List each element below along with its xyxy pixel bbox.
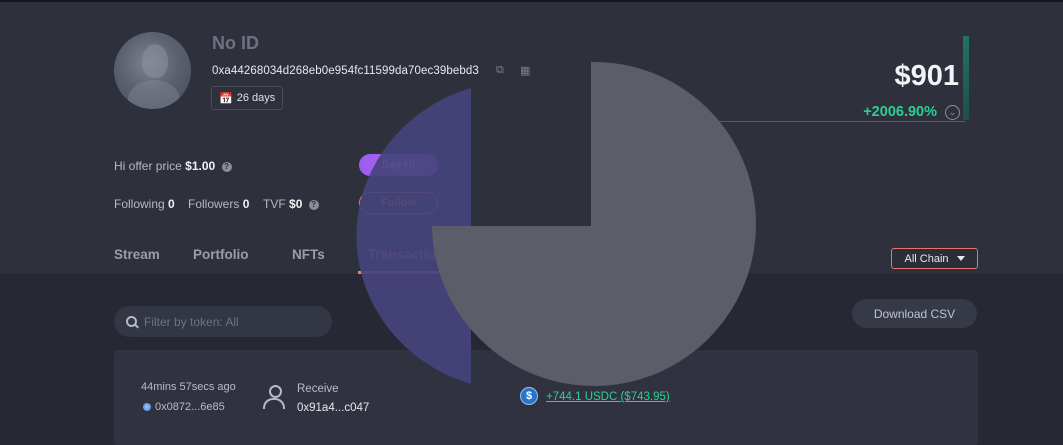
following-stat[interactable]: Following 0: [114, 197, 175, 211]
following-label: Following: [114, 197, 165, 211]
calendar-icon: 📅: [219, 92, 233, 105]
hi-offer-label: Hi offer price: [114, 159, 182, 173]
tab-transactions[interactable]: Transactions: [368, 247, 451, 262]
chain-select[interactable]: All Chain: [891, 248, 978, 269]
token-filter-input[interactable]: [142, 313, 316, 330]
search-icon: [126, 315, 138, 328]
tab-nfts[interactable]: NFTs: [292, 247, 325, 262]
transaction-time: 44mins 57secs ago: [141, 381, 236, 393]
balance-chart-bar: [963, 36, 969, 120]
download-csv-button[interactable]: Download CSV: [852, 299, 977, 328]
avatar-head-shape: [142, 44, 168, 78]
account-age-label: 26 days: [236, 92, 276, 104]
token-filter[interactable]: [114, 306, 332, 337]
tab-portfolio[interactable]: Portfolio: [193, 247, 249, 262]
usdc-icon: $: [520, 387, 538, 405]
qr-code-icon[interactable]: ▦: [520, 64, 530, 77]
caret-down-icon: [956, 256, 965, 261]
following-value: 0: [168, 197, 175, 211]
account-age-badge: 📅 26 days: [211, 86, 284, 110]
chain-select-value: All Chain: [904, 252, 949, 265]
tab-stream[interactable]: Stream: [114, 247, 160, 262]
hi-offer-value: $1.00: [185, 159, 216, 173]
transaction-hash[interactable]: 0x0872...6e85: [143, 401, 225, 413]
person-icon: [262, 385, 286, 411]
followers-value: 0: [242, 197, 250, 211]
transaction-hash-text: 0x0872...6e85: [155, 401, 225, 413]
followers-stat[interactable]: Followers 0: [188, 197, 249, 211]
chain-icon: [143, 403, 151, 411]
tvf-value: $0: [289, 197, 303, 211]
portfolio-balance: $901: [894, 60, 959, 92]
transaction-amount[interactable]: +744.1 USDC ($743.95): [546, 391, 670, 403]
portfolio-change: +2006.90%: [863, 104, 937, 120]
tvf-stat: TVF $0 ?: [263, 197, 319, 211]
followers-label: Followers: [188, 197, 240, 211]
follow-button[interactable]: Follow: [359, 192, 438, 214]
say-hi-button[interactable]: Say Hi: [359, 154, 438, 176]
info-icon[interactable]: ?: [308, 199, 319, 210]
transaction-counterparty[interactable]: 0x91a4...c047: [297, 402, 369, 414]
tvf-label: TVF: [263, 197, 286, 211]
tab-time-machine[interactable]: Time Machine: [489, 247, 578, 262]
chevron-down-icon[interactable]: ⌄: [945, 105, 960, 120]
wallet-address: 0xa44268034d268eb0e954fc11599da70ec39beb…: [212, 65, 479, 77]
transaction-type: Receive: [297, 383, 339, 395]
hi-offer-price: Hi offer price $1.00 ?: [114, 159, 232, 173]
balance-chart-baseline: [707, 121, 965, 122]
active-tab-indicator: [358, 271, 454, 274]
avatar: [114, 32, 191, 109]
profile-name: No ID: [212, 33, 259, 53]
copy-icon[interactable]: ⧉: [496, 64, 504, 77]
avatar-shoulder-shape: [128, 80, 180, 109]
info-icon[interactable]: ?: [221, 161, 232, 172]
